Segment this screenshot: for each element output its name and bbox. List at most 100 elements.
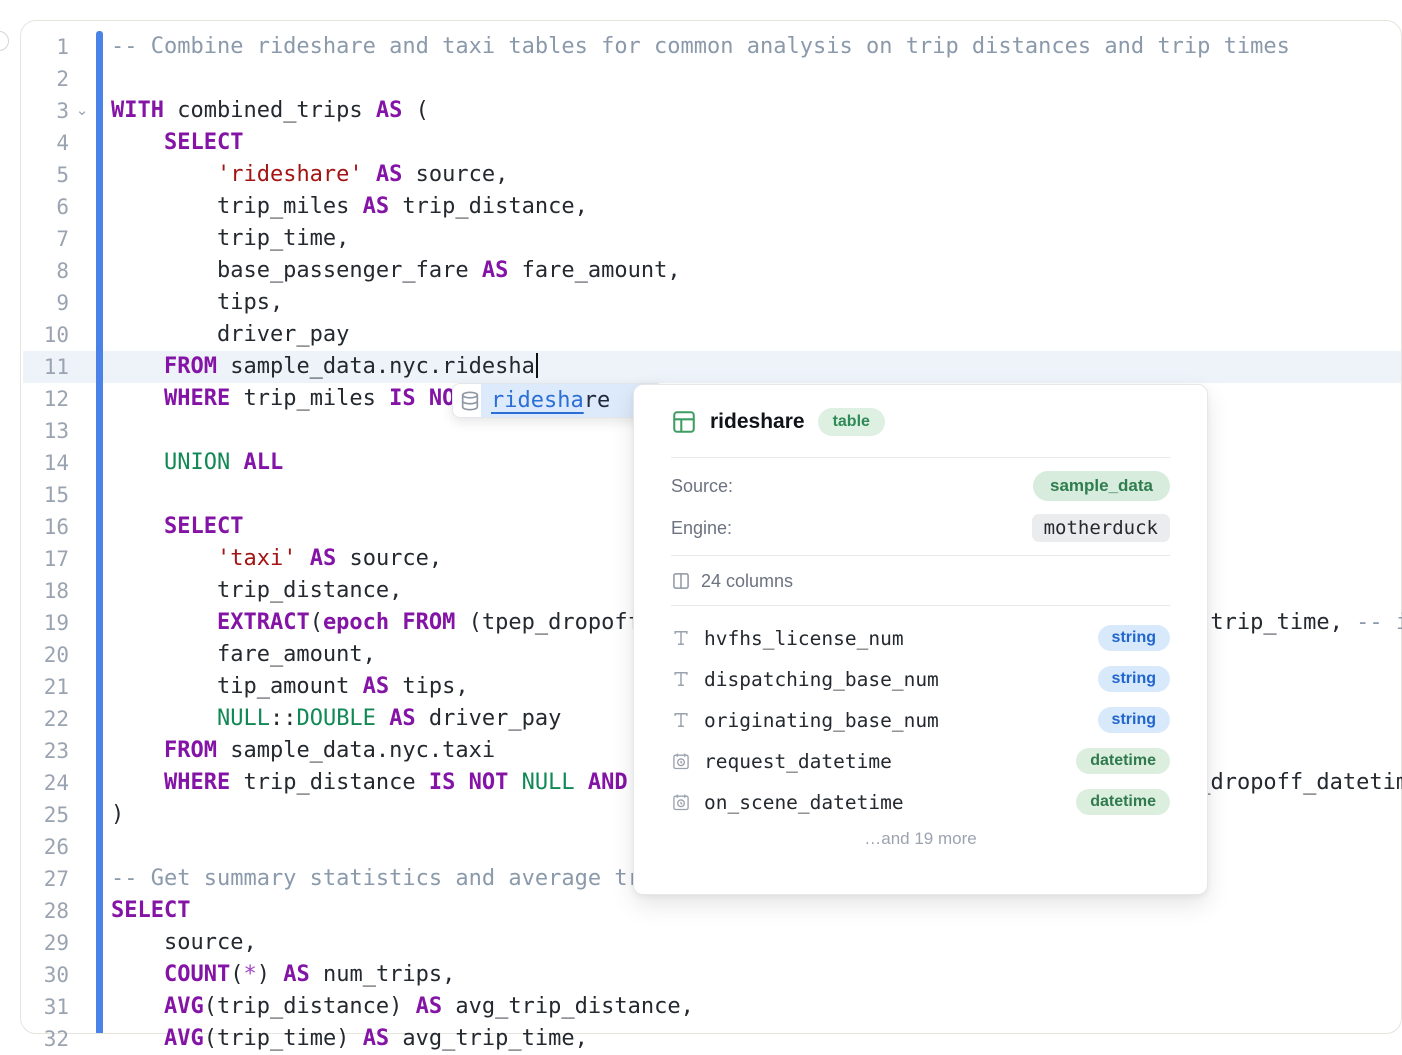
line-number[interactable]: 30	[25, 959, 69, 991]
line-number[interactable]: 23	[25, 735, 69, 767]
code-text: source,	[111, 927, 257, 959]
line-number[interactable]: 17	[25, 543, 69, 575]
code-line[interactable]: 5 'rideshare' AS source,	[21, 159, 1401, 191]
columns-icon	[671, 571, 691, 591]
line-number[interactable]: 24	[25, 767, 69, 799]
line-number[interactable]: 13	[25, 415, 69, 447]
line-number[interactable]: 5	[25, 159, 69, 191]
line-number[interactable]: 2	[25, 63, 69, 95]
card-property-row: Source: sample_data	[671, 469, 1170, 503]
code-line[interactable]: 32 AVG(trip_time) AS avg_trip_time,	[21, 1023, 1401, 1055]
code-text: trip_time,	[111, 223, 349, 255]
line-number[interactable]: 12	[25, 383, 69, 415]
column-row-on_scene_datetime: on_scene_datetime datetime	[671, 785, 1170, 819]
column-type-badge: string	[1098, 707, 1170, 733]
columns-count-row: 24 columns	[671, 565, 1170, 597]
property-value-badge: sample_data	[1033, 471, 1170, 501]
more-columns-label: …and 19 more	[634, 829, 1207, 849]
code-text: -- Combine rideshare and taxi tables for…	[111, 31, 1290, 63]
property-label: Engine:	[671, 518, 732, 539]
line-number[interactable]: 27	[25, 863, 69, 895]
code-line[interactable]: 29 source,	[21, 927, 1401, 959]
line-number[interactable]: 29	[25, 927, 69, 959]
line-number[interactable]: 19	[25, 607, 69, 639]
code-text: SELECT	[111, 127, 243, 159]
code-text: SELECT	[111, 511, 243, 543]
table-type-badge: table	[818, 408, 885, 436]
line-number[interactable]: 25	[25, 799, 69, 831]
code-line[interactable]: 3⌄WITH combined_trips AS (	[21, 95, 1401, 127]
code-text: COUNT(*) AS num_trips,	[111, 959, 455, 991]
line-number[interactable]: 1	[25, 31, 69, 63]
fold-chevron-icon[interactable]: ⌄	[73, 95, 91, 127]
property-label: Source:	[671, 476, 733, 497]
column-name: dispatching_base_num	[704, 668, 939, 691]
code-line[interactable]: 10 driver_pay	[21, 319, 1401, 351]
line-number[interactable]: 31	[25, 991, 69, 1023]
line-number[interactable]: 22	[25, 703, 69, 735]
column-row-request_datetime: request_datetime datetime	[671, 744, 1170, 778]
code-text: SELECT	[111, 895, 190, 927]
column-row-dispatching_base_num: dispatching_base_num string	[671, 662, 1170, 696]
code-line[interactable]: 28 SELECT	[21, 895, 1401, 927]
line-number[interactable]: 21	[25, 671, 69, 703]
code-line[interactable]: 2	[21, 63, 1401, 95]
code-text: 'rideshare' AS source,	[111, 159, 508, 191]
code-line[interactable]: 1 -- Combine rideshare and taxi tables fo…	[21, 31, 1401, 63]
code-text: NULL::DOUBLE AS driver_pay	[111, 703, 561, 735]
code-line[interactable]: 6 trip_miles AS trip_distance,	[21, 191, 1401, 223]
line-number[interactable]: 18	[25, 575, 69, 607]
code-text: base_passenger_fare AS fare_amount,	[111, 255, 681, 287]
column-name: request_datetime	[704, 750, 892, 773]
table-info-card: rideshare table Source: sample_data Engine…	[633, 384, 1208, 895]
property-value-badge: motherduck	[1032, 514, 1170, 542]
code-line[interactable]: 30 COUNT(*) AS num_trips,	[21, 959, 1401, 991]
table-name: rideshare	[710, 410, 805, 434]
line-number[interactable]: 20	[25, 639, 69, 671]
code-text: FROM sample_data.nyc.taxi	[111, 735, 495, 767]
card-property-row: Engine: motherduck	[671, 511, 1170, 545]
line-number[interactable]: 8	[25, 255, 69, 287]
column-type-badge: datetime	[1076, 789, 1170, 815]
line-number[interactable]: 7	[25, 223, 69, 255]
code-text: UNION ALL	[111, 447, 283, 479]
text-type-icon	[671, 710, 691, 730]
column-type-badge: datetime	[1076, 748, 1170, 774]
text-type-icon	[671, 669, 691, 689]
line-number[interactable]: 28	[25, 895, 69, 927]
code-line[interactable]: 4 SELECT	[21, 127, 1401, 159]
table-icon	[671, 409, 697, 435]
line-number[interactable]: 10	[25, 319, 69, 351]
line-number[interactable]: 15	[25, 479, 69, 511]
line-number[interactable]: 32	[25, 1023, 69, 1055]
code-line[interactable]: 11 FROM sample_data.nyc.ridesha	[21, 351, 1401, 383]
column-type-badge: string	[1098, 666, 1170, 692]
columns-count-label: 24 columns	[701, 571, 793, 592]
line-number[interactable]: 4	[25, 127, 69, 159]
database-icon	[459, 390, 481, 412]
line-number[interactable]: 26	[25, 831, 69, 863]
code-text: tip_amount AS tips,	[111, 671, 469, 703]
line-number[interactable]: 6	[25, 191, 69, 223]
code-text: AVG(trip_time) AS avg_trip_time,	[111, 1023, 588, 1055]
line-number[interactable]: 9	[25, 287, 69, 319]
code-text: AVG(trip_distance) AS avg_trip_distance,	[111, 991, 694, 1023]
line-number[interactable]: 16	[25, 511, 69, 543]
column-row-originating_base_num: originating_base_num string	[671, 703, 1170, 737]
code-text: FROM sample_data.nyc.ridesha	[111, 351, 538, 383]
edge-handle[interactable]	[0, 31, 9, 51]
code-text: fare_amount,	[111, 639, 376, 671]
column-name: originating_base_num	[704, 709, 939, 732]
divider	[671, 555, 1170, 556]
line-number[interactable]: 11	[25, 351, 69, 383]
divider	[671, 457, 1170, 458]
code-line[interactable]: 8 base_passenger_fare AS fare_amount,	[21, 255, 1401, 287]
code-line[interactable]: 31 AVG(trip_distance) AS avg_trip_distan…	[21, 991, 1401, 1023]
code-line[interactable]: 9 tips,	[21, 287, 1401, 319]
line-number[interactable]: 3	[25, 95, 69, 127]
column-type-badge: string	[1098, 625, 1170, 651]
code-text: driver_pay	[111, 319, 349, 351]
line-number[interactable]: 14	[25, 447, 69, 479]
column-name: on_scene_datetime	[704, 791, 904, 814]
code-line[interactable]: 7 trip_time,	[21, 223, 1401, 255]
